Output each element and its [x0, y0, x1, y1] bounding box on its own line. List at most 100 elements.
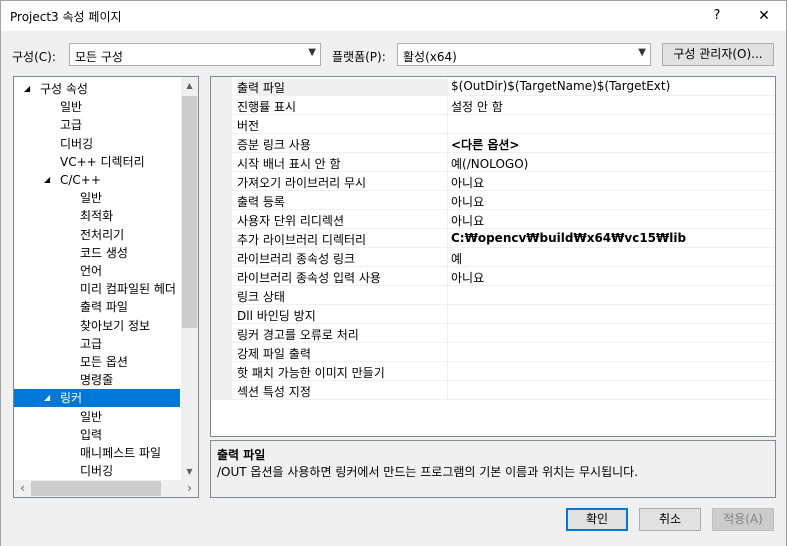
- scroll-down-icon[interactable]: ▼: [181, 463, 198, 480]
- property-row[interactable]: 시작 배너 표시 안 함 예(/NOLOGO): [211, 153, 775, 172]
- property-value[interactable]: 아니요: [451, 269, 484, 286]
- column-divider: [447, 286, 448, 305]
- row-gutter: [211, 267, 232, 286]
- scroll-thumb[interactable]: [182, 96, 197, 328]
- tree-item-label: 디버깅: [60, 136, 94, 151]
- property-value[interactable]: $(OutDir)$(TargetName)$(TargetExt): [451, 79, 670, 93]
- tree-item-label: 링커: [60, 391, 83, 406]
- property-name: 강제 파일 출력: [237, 347, 311, 361]
- property-value[interactable]: 예(/NOLOGO): [451, 155, 528, 172]
- tree-item[interactable]: 코드 생성: [14, 244, 180, 262]
- category-tree[interactable]: ◢ 구성 속성 일반 고급 디버깅 VC++ 디렉터리 ◢ C/C++ 일반 최적화 전처리기 코드 …: [13, 76, 199, 498]
- configuration-manager-button[interactable]: 구성 관리자(O)...: [662, 43, 774, 66]
- tree-item[interactable]: 고급: [14, 116, 180, 134]
- property-grid: 출력 파일 $(OutDir)$(TargetName)$(TargetExt) 진…: [210, 76, 776, 437]
- tree-item-label: 일반: [60, 100, 83, 115]
- expand-toggle-icon[interactable]: ◢: [44, 389, 50, 407]
- tree-horizontal-scrollbar[interactable]: ‹ ›: [14, 480, 198, 497]
- cancel-button[interactable]: 취소: [639, 508, 701, 531]
- scroll-left-icon[interactable]: ‹: [14, 480, 31, 497]
- property-row[interactable]: 강제 파일 출력: [211, 343, 775, 362]
- tree-item-label: 코드 생성: [80, 245, 128, 260]
- property-value[interactable]: 아니요: [451, 174, 484, 191]
- scroll-thumb[interactable]: [31, 481, 161, 496]
- property-row[interactable]: 가져오기 라이브러리 무시 아니요: [211, 172, 775, 191]
- tree-item-label: 미리 컴파일된 헤더: [80, 282, 176, 297]
- platform-combo[interactable]: 활성(x64) ▼: [397, 43, 651, 66]
- tree-item[interactable]: ◢ 링커: [14, 389, 180, 408]
- column-divider: [447, 324, 448, 343]
- column-divider: [447, 248, 448, 267]
- property-row[interactable]: 사용자 단위 리디렉션 아니요: [211, 210, 775, 229]
- column-divider: [447, 362, 448, 381]
- tree-item[interactable]: 최적화: [14, 207, 180, 225]
- column-divider: [447, 134, 448, 153]
- platform-label: 플랫폼(P):: [332, 50, 386, 64]
- tree-item[interactable]: 일반: [14, 408, 180, 426]
- property-name: 증분 링크 사용: [237, 138, 311, 152]
- tree-item[interactable]: 디버깅: [14, 135, 180, 153]
- row-gutter: [211, 96, 232, 115]
- property-value[interactable]: 설정 안 함: [451, 98, 503, 115]
- column-divider: [447, 191, 448, 210]
- property-value[interactable]: 아니요: [451, 193, 484, 210]
- tree-item[interactable]: ◢ C/C++: [14, 171, 180, 189]
- property-row[interactable]: 진행률 표시 설정 안 함: [211, 96, 775, 115]
- tree-item[interactable]: ◢ 구성 속성: [14, 80, 180, 98]
- property-row[interactable]: 버전: [211, 115, 775, 134]
- property-row[interactable]: 핫 패치 가능한 이미지 만들기: [211, 362, 775, 381]
- expand-toggle-icon[interactable]: ◢: [24, 80, 30, 98]
- property-row[interactable]: 증분 링크 사용 <다른 옵션>: [211, 134, 775, 153]
- row-gutter: [211, 134, 232, 153]
- property-value[interactable]: 아니요: [451, 212, 484, 229]
- tree-item[interactable]: 입력: [14, 426, 180, 444]
- property-row[interactable]: 라이브러리 종속성 입력 사용 아니요: [211, 267, 775, 286]
- tree-item[interactable]: 고급: [14, 335, 180, 353]
- property-row[interactable]: 링크 상태: [211, 286, 775, 305]
- property-value[interactable]: C:₩opencv₩build₩x64₩vc15₩lib: [451, 231, 686, 245]
- tree-item-label: C/C++: [60, 173, 101, 187]
- tree-item[interactable]: 디버깅: [14, 462, 180, 480]
- tree-item-label: 구성 속성: [40, 82, 88, 96]
- property-value[interactable]: 예: [451, 250, 462, 267]
- tree-item-label: VC++ 디렉터리: [60, 154, 145, 169]
- close-icon[interactable]: ✕: [750, 5, 778, 27]
- property-pages-dialog: Project3 속성 페이지 ? ✕ 구성(C): 모든 구성 ▼ 플랫폼(P…: [0, 0, 787, 546]
- tree-item[interactable]: 언어: [14, 262, 180, 280]
- property-value[interactable]: <다른 옵션>: [451, 136, 519, 153]
- row-gutter: [211, 362, 232, 381]
- tree-item-label: 찾아보기 정보: [80, 318, 151, 333]
- property-row[interactable]: 출력 등록 아니요: [211, 191, 775, 210]
- tree-item[interactable]: 매니페스트 파일: [14, 444, 180, 462]
- tree-item-label: 디버깅: [80, 464, 114, 479]
- property-row[interactable]: 라이브러리 종속성 링크 예: [211, 248, 775, 267]
- tree-item[interactable]: 모든 옵션: [14, 353, 180, 371]
- tree-item[interactable]: 일반: [14, 189, 180, 207]
- tree-item[interactable]: 명령줄: [14, 371, 180, 389]
- tree-item[interactable]: 일반: [14, 98, 180, 116]
- tree-item[interactable]: 미리 컴파일된 헤더: [14, 280, 180, 298]
- tree-vertical-scrollbar[interactable]: ▲ ▼: [181, 77, 198, 480]
- configuration-label: 구성(C):: [12, 50, 56, 64]
- tree-item[interactable]: VC++ 디렉터리: [14, 153, 180, 171]
- scroll-up-icon[interactable]: ▲: [181, 77, 198, 94]
- tree-item[interactable]: 찾아보기 정보: [14, 317, 180, 335]
- property-row[interactable]: Dll 바인딩 방지: [211, 305, 775, 324]
- row-gutter: [211, 248, 232, 267]
- help-icon[interactable]: ?: [706, 5, 728, 27]
- scroll-right-icon[interactable]: ›: [181, 480, 198, 497]
- apply-button[interactable]: 적용(A): [712, 508, 774, 531]
- property-row[interactable]: 링커 경고를 오류로 처리: [211, 324, 775, 343]
- property-row[interactable]: 출력 파일 $(OutDir)$(TargetName)$(TargetExt): [211, 77, 775, 96]
- tree-item[interactable]: 출력 파일: [14, 298, 180, 316]
- property-row[interactable]: 추가 라이브러리 디렉터리 C:₩opencv₩build₩x64₩vc15₩li…: [211, 229, 775, 248]
- tree-item[interactable]: 전처리기: [14, 226, 180, 244]
- tree-item-label: 고급: [80, 336, 103, 351]
- configuration-combo[interactable]: 모든 구성 ▼: [69, 43, 321, 66]
- column-divider: [447, 305, 448, 324]
- property-row[interactable]: 섹션 특성 지정: [211, 381, 775, 400]
- property-name: 출력 파일: [237, 79, 447, 96]
- expand-toggle-icon[interactable]: ◢: [44, 171, 50, 189]
- ok-button[interactable]: 확인: [566, 508, 628, 531]
- tree-item-label: 출력 파일: [80, 300, 128, 315]
